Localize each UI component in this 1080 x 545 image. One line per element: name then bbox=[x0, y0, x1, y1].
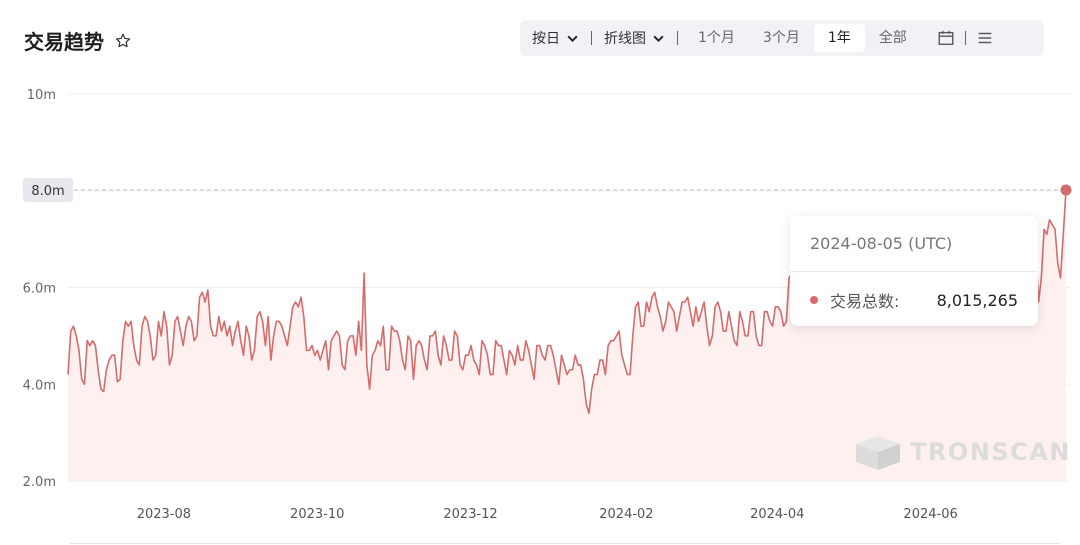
x-tick-label: 2024-02 bbox=[599, 507, 653, 522]
y-tick-label: 10m bbox=[27, 88, 56, 103]
series-dot-icon bbox=[810, 296, 818, 304]
x-tick-label: 2024-06 bbox=[903, 507, 957, 522]
tooltip-date: 2024-08-05 (UTC) bbox=[810, 234, 953, 253]
tooltip-row: 交易总数: 8,015,265 bbox=[810, 288, 1018, 312]
tooltip-value: 8,015,265 bbox=[936, 290, 1018, 310]
tooltip-label: 交易总数: bbox=[830, 292, 900, 311]
crosshair-value-label: 8.0m bbox=[23, 178, 73, 203]
x-tick-label: 2023-12 bbox=[443, 507, 497, 522]
tooltip-divider bbox=[790, 271, 1038, 272]
x-tick-label: 2023-10 bbox=[290, 507, 344, 522]
x-tick-label: 2024-04 bbox=[750, 507, 804, 522]
crosshair-value-text: 8.0m bbox=[31, 184, 64, 199]
data-tooltip: 2024-08-05 (UTC) 交易总数: 8,015,265 bbox=[790, 216, 1038, 326]
y-tick-label: 4.0m bbox=[23, 378, 56, 393]
tronscan-watermark: TRONSCAN bbox=[856, 436, 1071, 470]
watermark-text: TRONSCAN bbox=[910, 438, 1071, 466]
bottom-divider bbox=[70, 543, 1060, 544]
y-tick-label: 2.0m bbox=[23, 475, 56, 490]
x-tick-label: 2023-08 bbox=[137, 507, 191, 522]
y-tick-label: 6.0m bbox=[23, 282, 56, 297]
hover-data-point[interactable] bbox=[1060, 184, 1072, 196]
